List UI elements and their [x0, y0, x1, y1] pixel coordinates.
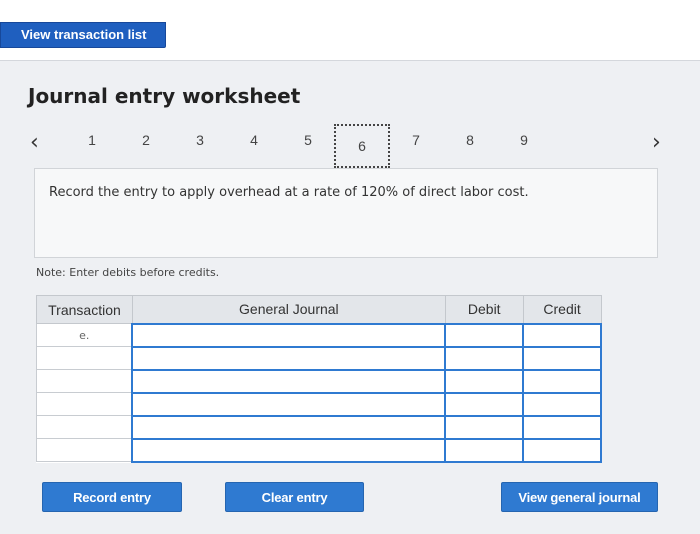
- page-4[interactable]: 4: [234, 132, 274, 148]
- table-row: [36, 437, 602, 463]
- account-input[interactable]: [131, 391, 447, 417]
- debit-input[interactable]: [444, 345, 525, 371]
- chevron-right-icon[interactable]: ›: [652, 130, 661, 155]
- transaction-cell: [36, 415, 133, 439]
- view-transaction-list-button[interactable]: View transaction list: [0, 22, 166, 48]
- table-row: e.: [36, 322, 602, 348]
- debit-input[interactable]: [444, 391, 525, 417]
- page-8[interactable]: 8: [450, 132, 490, 148]
- instruction-text: Record the entry to apply overhead at a …: [49, 185, 529, 200]
- credit-input[interactable]: [522, 322, 602, 348]
- page-6-active[interactable]: 6: [334, 124, 390, 168]
- transaction-cell: [36, 346, 133, 370]
- credit-input[interactable]: [522, 414, 602, 440]
- account-input[interactable]: [131, 414, 447, 440]
- header-general-journal: General Journal: [131, 295, 446, 324]
- page-5[interactable]: 5: [288, 132, 328, 148]
- page-3[interactable]: 3: [180, 132, 220, 148]
- transaction-cell: [36, 369, 133, 393]
- pager: ‹ 1 2 3 4 5 6 7 8 9 ›: [0, 122, 700, 172]
- header-credit: Credit: [522, 295, 602, 324]
- header-transaction: Transaction: [36, 295, 133, 324]
- account-input[interactable]: [131, 345, 447, 371]
- page-1[interactable]: 1: [72, 132, 112, 148]
- debit-input[interactable]: [444, 437, 525, 463]
- table-row: [36, 391, 602, 417]
- table-row: [36, 414, 602, 440]
- instruction-box: Record the entry to apply overhead at a …: [34, 168, 658, 258]
- journal-table: Transaction General Journal Debit Credit…: [36, 295, 602, 463]
- page-title: Journal entry worksheet: [28, 84, 301, 108]
- transaction-cell: [36, 438, 133, 462]
- credit-input[interactable]: [522, 345, 602, 371]
- chevron-left-icon[interactable]: ‹: [30, 130, 39, 155]
- header-debit: Debit: [444, 295, 524, 324]
- clear-entry-button[interactable]: Clear entry: [225, 482, 364, 512]
- account-input[interactable]: [131, 437, 447, 463]
- debit-input[interactable]: [444, 322, 525, 348]
- page-7[interactable]: 7: [396, 132, 436, 148]
- debit-input[interactable]: [444, 414, 525, 440]
- account-input[interactable]: [131, 322, 447, 348]
- credit-input[interactable]: [522, 368, 602, 394]
- credit-input[interactable]: [522, 437, 602, 463]
- table-row: [36, 345, 602, 371]
- view-general-journal-button[interactable]: View general journal: [501, 482, 658, 512]
- account-input[interactable]: [131, 368, 447, 394]
- page-9[interactable]: 9: [504, 132, 544, 148]
- transaction-cell: [36, 392, 133, 416]
- credit-input[interactable]: [522, 391, 602, 417]
- record-entry-button[interactable]: Record entry: [42, 482, 182, 512]
- debit-input[interactable]: [444, 368, 525, 394]
- table-row: [36, 368, 602, 394]
- page-2[interactable]: 2: [126, 132, 166, 148]
- note-text: Note: Enter debits before credits.: [36, 266, 220, 279]
- transaction-cell: e.: [36, 323, 133, 347]
